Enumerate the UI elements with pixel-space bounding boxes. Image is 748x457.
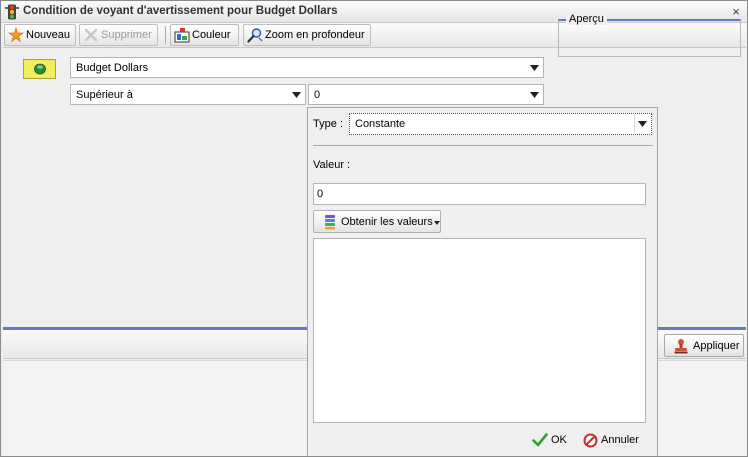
zoom-drilldown-icon bbox=[247, 27, 263, 43]
operator-select-value: Supérieur à bbox=[76, 88, 133, 101]
threshold-select[interactable]: 0 bbox=[308, 84, 544, 105]
measure-select[interactable]: Budget Dollars bbox=[70, 57, 544, 78]
apply-button-label: Appliquer bbox=[693, 339, 740, 352]
delete-x-icon bbox=[83, 27, 99, 43]
toolbar-separator bbox=[165, 26, 166, 44]
zoom-button-label: Zoom en profondeur bbox=[265, 29, 365, 41]
values-list[interactable] bbox=[313, 238, 646, 423]
preview-label: Aperçu bbox=[566, 13, 607, 25]
chevron-down-icon[interactable] bbox=[634, 115, 650, 132]
type-label: Type : bbox=[313, 118, 343, 130]
color-palette-icon bbox=[174, 27, 190, 43]
value-label: Valeur : bbox=[313, 159, 351, 171]
new-button[interactable]: Nouveau bbox=[4, 24, 76, 46]
new-button-label: Nouveau bbox=[26, 29, 71, 41]
ok-button[interactable]: OK bbox=[532, 431, 567, 449]
value-popup: Type : Constante Valeur : 0 Obtenir les … bbox=[307, 107, 658, 456]
window-title: Condition de voyant d'avertissement pour… bbox=[23, 5, 338, 17]
delete-button[interactable]: Supprimer bbox=[79, 24, 158, 46]
database-icon bbox=[322, 214, 338, 230]
get-values-label: Obtenir les valeurs bbox=[341, 215, 433, 228]
stamp-icon bbox=[674, 338, 688, 354]
close-icon[interactable]: × bbox=[729, 4, 743, 20]
color-swatch[interactable] bbox=[23, 59, 56, 79]
cancel-circle-icon bbox=[583, 433, 598, 447]
chevron-down-icon[interactable] bbox=[526, 59, 542, 76]
traffic-light-icon bbox=[5, 4, 19, 20]
zoom-button[interactable]: Zoom en profondeur bbox=[243, 24, 371, 46]
cancel-button-label: Annuler bbox=[601, 434, 639, 446]
chevron-down-icon[interactable] bbox=[526, 86, 542, 103]
color-button[interactable]: Couleur bbox=[170, 24, 239, 46]
threshold-select-value: 0 bbox=[314, 88, 321, 101]
dropdown-caret-icon bbox=[433, 216, 440, 228]
new-star-icon bbox=[8, 27, 24, 43]
delete-button-label: Supprimer bbox=[101, 29, 152, 41]
green-light-icon bbox=[33, 63, 46, 75]
popup-divider bbox=[313, 145, 653, 146]
operator-select[interactable]: Supérieur à bbox=[70, 84, 306, 105]
get-values-button[interactable]: Obtenir les valeurs bbox=[313, 210, 441, 233]
checkmark-icon bbox=[532, 433, 548, 447]
apply-button[interactable]: Appliquer bbox=[664, 334, 744, 357]
color-button-label: Couleur bbox=[192, 29, 231, 41]
ok-button-label: OK bbox=[551, 434, 567, 446]
value-input[interactable]: 0 bbox=[313, 183, 646, 205]
chevron-down-icon[interactable] bbox=[288, 86, 304, 103]
cancel-button[interactable]: Annuler bbox=[583, 431, 639, 449]
type-select[interactable]: Constante bbox=[349, 113, 652, 135]
measure-select-value: Budget Dollars bbox=[76, 61, 149, 74]
type-select-value: Constante bbox=[355, 118, 406, 130]
dialog-window: Condition de voyant d'avertissement pour… bbox=[0, 0, 748, 457]
